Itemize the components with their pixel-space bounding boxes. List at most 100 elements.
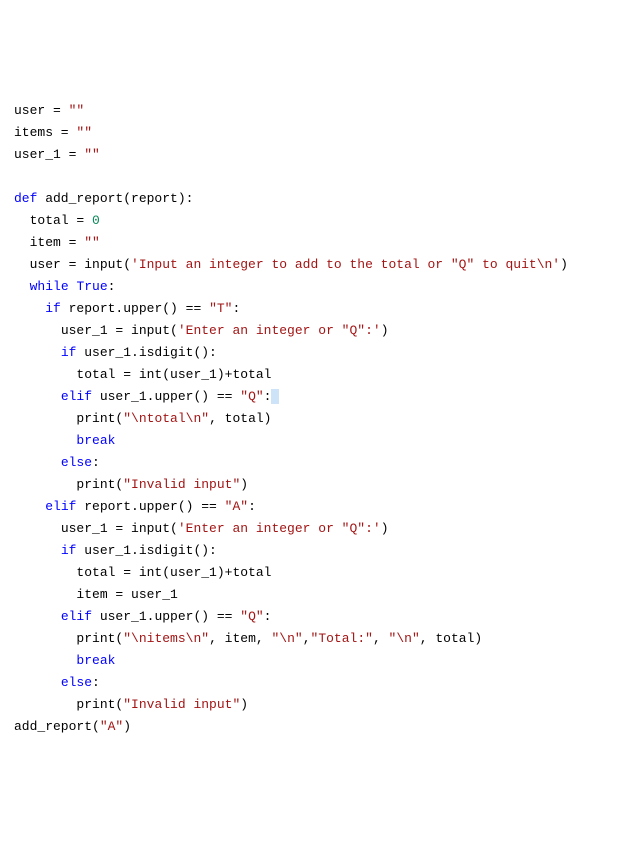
code-line: def add_report(report):: [14, 188, 617, 210]
code-token: if: [61, 543, 77, 558]
code-token: break: [76, 653, 115, 668]
code-token: ): [240, 697, 248, 712]
code-line: total = int(user_1)+total: [14, 364, 617, 386]
code-token: , total): [209, 411, 271, 426]
code-token: ): [381, 323, 389, 338]
code-token: elif: [45, 499, 76, 514]
code-token: item = user_1: [76, 587, 177, 602]
code-token: :: [92, 675, 100, 690]
code-line: else:: [14, 452, 617, 474]
code-token: True: [76, 279, 107, 294]
code-token: "": [76, 125, 92, 140]
code-line: else:: [14, 672, 617, 694]
code-token: else: [61, 675, 92, 690]
code-line: elif report.upper() == "A":: [14, 496, 617, 518]
code-line: if user_1.isdigit():: [14, 342, 617, 364]
code-token: items =: [14, 125, 76, 140]
code-token: "\ntotal\n": [123, 411, 209, 426]
code-line: break: [14, 430, 617, 452]
code-token: user_1.isdigit():: [76, 345, 216, 360]
code-line: if user_1.isdigit():: [14, 540, 617, 562]
code-line: print("Invalid input"): [14, 694, 617, 716]
code-token: :: [108, 279, 116, 294]
code-token: user_1.isdigit():: [76, 543, 216, 558]
code-token: ): [123, 719, 131, 734]
code-token: item =: [30, 235, 85, 250]
code-token: "\nitems\n": [123, 631, 209, 646]
code-token: if: [61, 345, 77, 360]
code-line: print("Invalid input"): [14, 474, 617, 496]
code-token: 'Enter an integer or "Q":': [178, 521, 381, 536]
code-line: user_1 = input('Enter an integer or "Q":…: [14, 320, 617, 342]
code-line: user_1 = "": [14, 144, 617, 166]
code-token: , item,: [209, 631, 271, 646]
code-token: user_1 = input(: [61, 323, 178, 338]
code-token: 'Enter an integer or "Q":': [178, 323, 381, 338]
code-token: total = int(user_1)+total: [76, 565, 271, 580]
code-line: break: [14, 650, 617, 672]
code-line: user_1 = input('Enter an integer or "Q":…: [14, 518, 617, 540]
code-token: print(: [76, 631, 123, 646]
code-line: if report.upper() == "T":: [14, 298, 617, 320]
code-token: "Invalid input": [123, 697, 240, 712]
code-token: "": [84, 147, 100, 162]
code-token: :: [248, 499, 256, 514]
code-line: elif user_1.upper() == "Q":: [14, 606, 617, 628]
code-token: user =: [14, 103, 69, 118]
code-line: elif user_1.upper() == "Q":: [14, 386, 617, 408]
code-token: "Q": [240, 389, 263, 404]
code-token: print(: [76, 411, 123, 426]
code-token: user_1 =: [14, 147, 84, 162]
code-token: 0: [92, 213, 100, 228]
code-token: , total): [420, 631, 482, 646]
code-token: user_1 = input(: [61, 521, 178, 536]
code-token: else: [61, 455, 92, 470]
code-token: user_1.upper() ==: [92, 609, 240, 624]
code-token: print(: [76, 477, 123, 492]
code-token: add_report(report):: [37, 191, 193, 206]
code-token: "": [69, 103, 85, 118]
code-token: if: [45, 301, 61, 316]
code-line: total = 0: [14, 210, 617, 232]
code-token: ,: [373, 631, 389, 646]
code-token: total = int(user_1)+total: [76, 367, 271, 382]
code-line: print("\nitems\n", item, "\n","Total:" , …: [14, 628, 617, 650]
code-token: ): [240, 477, 248, 492]
code-token: :: [264, 609, 272, 624]
code-token: "A": [100, 719, 123, 734]
code-line: total = int(user_1)+total: [14, 562, 617, 584]
code-token: print(: [76, 697, 123, 712]
code-token: 'Input an integer to add to the total or…: [131, 257, 560, 272]
code-token: break: [76, 433, 115, 448]
code-line: items = "": [14, 122, 617, 144]
code-line: user = input('Input an integer to add to…: [14, 254, 617, 276]
code-token: def: [14, 191, 37, 206]
code-block: user = ""items = ""user_1 = "" def add_r…: [14, 100, 617, 738]
code-token: ,: [303, 631, 311, 646]
code-line: add_report("A"): [14, 716, 617, 738]
code-token: add_report(: [14, 719, 100, 734]
code-line: item = "": [14, 232, 617, 254]
code-line: user = "": [14, 100, 617, 122]
code-token: "\n": [389, 631, 420, 646]
code-token: user_1.upper() ==: [92, 389, 240, 404]
code-line: print("\ntotal\n", total): [14, 408, 617, 430]
code-token: "Invalid input": [123, 477, 240, 492]
code-token: [271, 389, 279, 404]
code-token: :: [92, 455, 100, 470]
code-token: "Q": [240, 609, 263, 624]
code-line: item = user_1: [14, 584, 617, 606]
code-token: elif: [61, 389, 92, 404]
code-token: ): [560, 257, 568, 272]
code-token: total =: [30, 213, 92, 228]
code-token: "Total:": [311, 631, 373, 646]
code-token: while: [30, 279, 69, 294]
code-token: report.upper() ==: [61, 301, 209, 316]
code-token: elif: [61, 609, 92, 624]
code-token: user = input(: [30, 257, 131, 272]
code-token: "T": [209, 301, 232, 316]
code-line: while True:: [14, 276, 617, 298]
code-token: :: [232, 301, 240, 316]
code-token: ): [381, 521, 389, 536]
code-token: report.upper() ==: [76, 499, 224, 514]
